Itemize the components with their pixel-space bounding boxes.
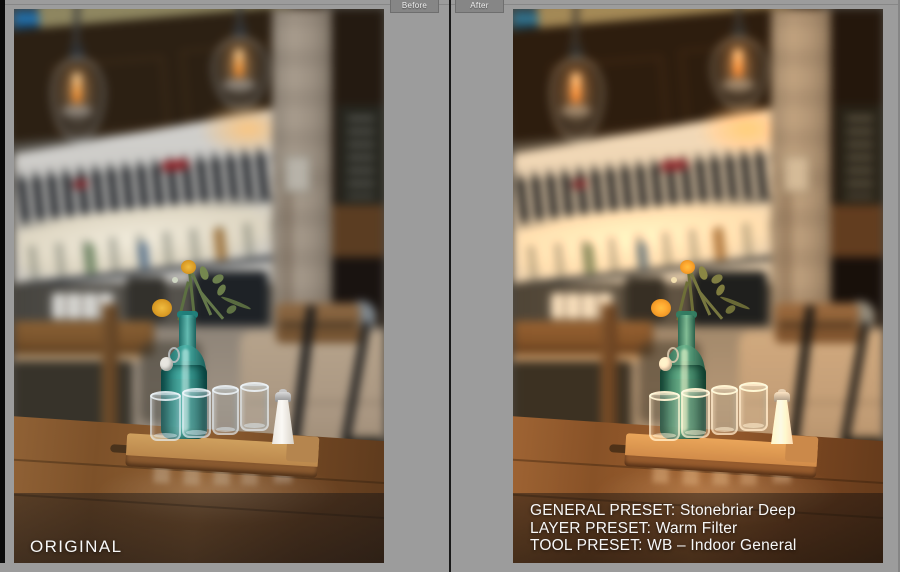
after-photo-scene [513,9,883,563]
drinking-glass [182,388,211,438]
glass-base [216,427,235,432]
after-photo[interactable]: GENERAL PRESET: Stonebriar Deep LAYER PR… [513,9,883,563]
glass-rim [240,382,269,392]
tool-preset-line: TOOL PRESET: WB – Indoor General [530,537,797,555]
panel-divider [449,0,451,572]
layer-preset-line: LAYER PRESET: Warm Filter [530,520,797,538]
drinking-glass [212,385,239,435]
drinking-glass [150,391,181,441]
swing-stopper [160,357,173,371]
flower-bud [198,265,210,281]
before-caption: ORIGINAL [30,537,123,556]
after-caption: GENERAL PRESET: Stonebriar Deep LAYER PR… [530,502,797,555]
salt-shaker-body [272,400,294,444]
general-preset-line: GENERAL PRESET: Stonebriar Deep [530,502,797,520]
glass-rim [739,382,768,392]
glass-base [685,430,706,435]
photo-foreground [14,9,384,563]
glass-base [715,427,734,432]
tab-after[interactable]: After [455,0,504,13]
flower-bud [714,283,727,297]
glass-base [653,433,676,438]
marigold-flower [152,299,172,317]
preset-value: Warm Filter [655,519,738,537]
preset-value: Stonebriar Deep [679,502,796,519]
marigold-flower [651,299,671,317]
drinking-glass [681,388,710,438]
before-photo[interactable]: ORIGINAL [14,9,384,563]
flower-bud [215,283,228,297]
preset-label: LAYER PRESET: [530,519,652,537]
photo-foreground [513,9,883,563]
preset-value: WB – Indoor General [647,537,797,554]
preset-label: GENERAL PRESET: [530,502,676,519]
drinking-glass [649,391,680,441]
before-photo-scene [14,9,384,563]
filmstrip-edge [0,0,5,563]
drinking-glass [711,385,738,435]
drinking-glass [739,382,768,431]
swing-stopper [659,357,672,371]
tab-before[interactable]: Before [390,0,439,13]
glass-base [743,423,764,428]
glass-rim [150,391,181,401]
marigold-flower [680,260,695,274]
glass-rim [212,385,239,395]
glass-rim [711,385,738,395]
glass-base [186,430,207,435]
before-after-compare-view: Before After ORIGINAL GENERAL PRESET: St… [0,0,900,572]
white-bud [671,277,677,283]
drinking-glass [240,382,269,431]
glass-rim [681,388,710,398]
glass-rim [649,391,680,401]
salt-shaker-body [771,400,793,444]
glass-base [154,433,177,438]
flower-bud [697,265,709,281]
marigold-flower [181,260,196,274]
preset-label: TOOL PRESET: [530,537,643,554]
glass-base [244,423,265,428]
white-bud [172,277,178,283]
glass-rim [182,388,211,398]
